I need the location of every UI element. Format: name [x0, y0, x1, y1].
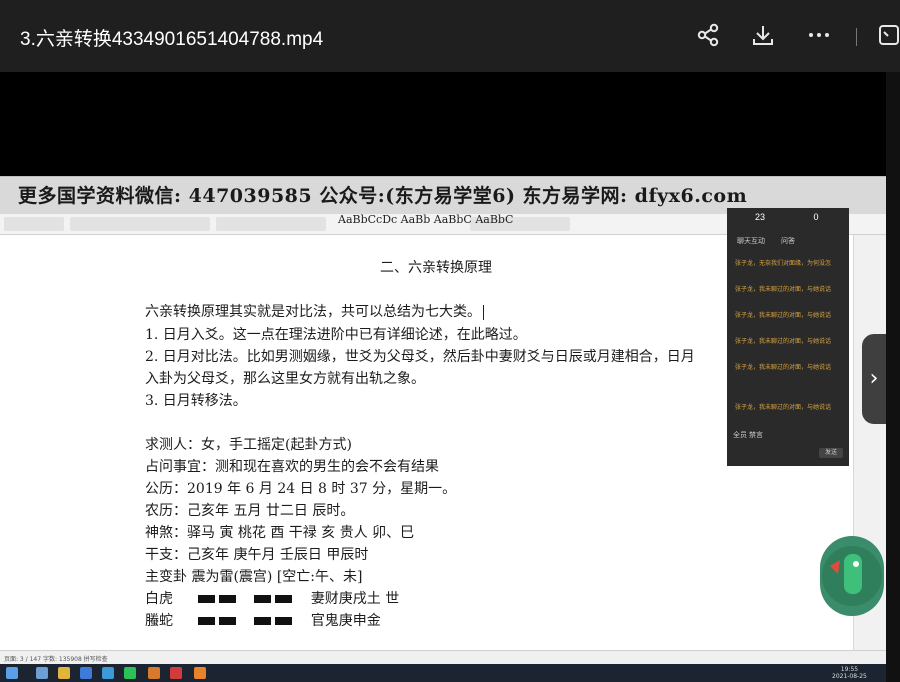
toolbar-divider — [856, 28, 857, 46]
doc-line: 占问事宜：测和现在喜欢的男生的会不会有结果 — [145, 459, 439, 475]
video-title: 3.六亲转换4334901651404788.mp4 — [20, 29, 324, 50]
app-icon[interactable] — [148, 667, 160, 679]
text-cursor — [483, 304, 484, 320]
doc-line: 农历：己亥年 五月 廿二日 辰时。 — [145, 503, 355, 519]
yao-label: 白虎 — [145, 591, 173, 607]
doc-line: 公历：2019 年 6 月 24 日 8 时 37 分，星期一。 — [145, 481, 457, 497]
clipboard-group — [4, 217, 64, 231]
word-statusbar: 页面: 3 / 147 字数: 135908 拼写检查 — [0, 650, 886, 665]
like-count: 0 — [813, 212, 819, 222]
chat-message: 张子龙，我未聊过的对面，与她说话 — [735, 405, 832, 411]
right-edge — [886, 72, 900, 682]
yao-row: 白虎 妻财庚戌土 世 — [145, 588, 399, 608]
yao-line-broken — [197, 613, 240, 629]
title-bar: 3.六亲转换4334901651404788.mp4 — [0, 0, 900, 72]
doc-line: 2. 日月对比法。比如男测姻缘，世爻为父母爻，然后卦中妻财爻与日辰或月建相合，日… — [145, 349, 695, 365]
chat-message: 张子龙，我未聊过的对面，与她说话 — [735, 287, 832, 293]
status-text: 页面: 3 / 147 字数: 135908 拼写检查 — [4, 656, 108, 663]
yao-line-broken — [197, 591, 240, 607]
yao-line-broken — [254, 591, 296, 607]
doc-line: 干支：己亥年 庚午月 壬辰日 甲辰时 — [145, 547, 369, 563]
doc-line: 神煞：驿马 寅 桃花 酉 干禄 亥 贵人 卯、巳 — [145, 525, 415, 541]
chat-message: 张子龙，无奈我们对面缘，为何没怎 — [735, 261, 832, 267]
yao-text: 官鬼庚申金 — [310, 613, 381, 629]
chat-message: 张子龙，我未聊过的对面，与她说话 — [735, 313, 832, 319]
paragraph-group — [216, 217, 326, 231]
chat-stats: 23 0 — [727, 208, 849, 232]
video-player[interactable]: 更多国学资料微信: 447039585 公众号:(东方易学堂6) 东方易学网: … — [0, 72, 886, 682]
clock-time: 19:55 — [840, 666, 859, 673]
share-icon[interactable] — [695, 22, 721, 50]
live-chat-panel: 23 0 聊天互动 问答 张子龙，无奈我们对面缘，为何没怎 张子龙，我未聊过的对… — [727, 208, 849, 466]
send-button[interactable]: 发送 — [819, 448, 843, 458]
taskbar-clock: 19:55 2021-08-25 — [832, 666, 867, 680]
app-icon[interactable] — [170, 667, 182, 679]
tab-qa[interactable]: 问答 — [781, 236, 795, 246]
viewer-count: 23 — [754, 212, 765, 222]
mascot-avatar-icon — [820, 536, 884, 616]
doc-line: 主变卦 震为雷(震宫) [空亡:午、未] — [145, 569, 363, 585]
chat-message: 张子龙，我未聊过的对面，与她说话 — [735, 339, 832, 345]
doc-line: 六亲转换原理其实就是对比法，共可以总结为七大类。 — [145, 304, 481, 320]
exit-fullscreen-icon[interactable] — [874, 22, 900, 50]
yao-line-broken — [254, 613, 296, 629]
app-icon[interactable] — [102, 667, 114, 679]
doc-line: 1. 日月入爻。这一点在理法进阶中已有详细论述，在此略过。 — [145, 327, 527, 343]
app-icon[interactable] — [194, 667, 206, 679]
tab-chat[interactable]: 聊天互动 — [737, 236, 765, 246]
next-page-button[interactable]: › — [862, 334, 886, 424]
chat-message: 张子龙，我未聊过的对面，与她说话 — [735, 365, 832, 371]
chat-tabs: 聊天互动 问答 — [727, 236, 849, 248]
windows-taskbar: 19:55 2021-08-25 — [0, 664, 886, 682]
chat-controls[interactable]: 全员 禁言 — [733, 430, 763, 440]
edge-icon[interactable] — [80, 667, 92, 679]
banner-text: 更多国学资料微信: 447039585 公众号:(东方易学堂6) 东方易学网: … — [18, 185, 748, 207]
styles-gallery: AaBbCcDc AaBb AaBbC AaBbC — [338, 213, 514, 226]
yao-row: 螣蛇 官鬼庚申金 — [145, 610, 381, 630]
document-heading: 二、六亲转换原理 — [380, 260, 492, 276]
doc-line: 3. 日月转移法。 — [145, 393, 247, 409]
download-icon[interactable] — [750, 22, 776, 50]
doc-line: 求测人：女，手工摇定(起卦方式) — [145, 437, 352, 453]
wechat-icon[interactable] — [124, 667, 136, 679]
windows-start-icon[interactable] — [6, 667, 18, 679]
font-group — [70, 217, 210, 231]
yao-text: 妻财庚戌土 世 — [310, 591, 400, 607]
more-icon[interactable] — [806, 22, 832, 50]
file-explorer-icon[interactable] — [58, 667, 70, 679]
search-icon[interactable] — [36, 667, 48, 679]
clock-date: 2021-08-25 — [832, 673, 867, 680]
yao-label: 螣蛇 — [145, 613, 173, 629]
doc-line: 入卦为父母爻，那么这里女方就有出轨之象。 — [145, 371, 425, 387]
